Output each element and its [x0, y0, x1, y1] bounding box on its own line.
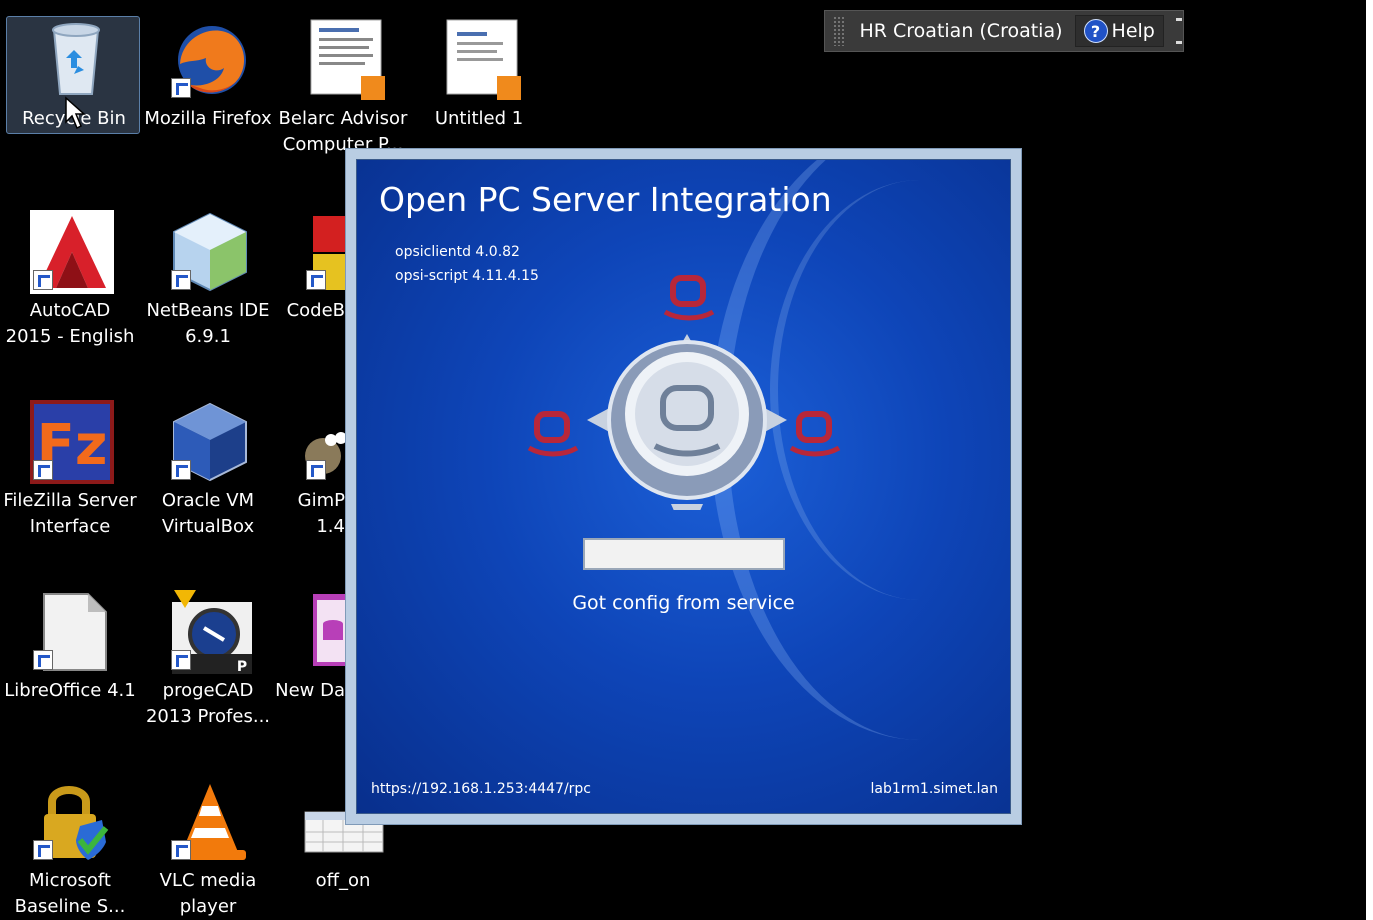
libreoffice-icon	[30, 590, 114, 674]
desktop-icon-libreoffice[interactable]: LibreOffice 4.1	[2, 572, 138, 742]
desktop-icon-label-2: Interface	[29, 516, 111, 537]
language-selector[interactable]: HR Croatian (Croatia)	[859, 20, 1062, 42]
autocad-icon	[30, 210, 114, 294]
desktop-icon-label: CodeB	[286, 300, 345, 321]
mbsa-lock-icon	[30, 780, 114, 864]
desktop-icon-belarc-advisor[interactable]: Belarc Advisor Computer P...	[275, 0, 411, 170]
desktop-icon-label-2: Baseline S...	[14, 896, 126, 917]
shortcut-arrow-icon	[33, 460, 53, 480]
desktop-icon-label: Untitled 1	[434, 108, 524, 129]
help-label: Help	[1111, 20, 1155, 42]
opsi-logo-icon	[527, 275, 841, 510]
desktop-icon-label-2: VirtualBox	[161, 516, 255, 537]
desktop-icon-label: progeCAD	[162, 680, 254, 701]
desktop-icon-label: VLC media	[159, 870, 257, 891]
help-button[interactable]: ? Help	[1074, 15, 1164, 47]
langbar-options-icon[interactable]	[1176, 18, 1183, 44]
desktop-icon-progecad[interactable]: P progeCAD 2013 Profes...	[140, 572, 276, 742]
shortcut-arrow-icon	[171, 840, 191, 860]
desktop-icon-label: Microsoft	[29, 870, 111, 891]
desktop-icon-label: NetBeans IDE	[146, 300, 270, 321]
desktop-icon-codeblocks[interactable]: CodeB	[275, 192, 345, 362]
opsi-title: Open PC Server Integration	[379, 180, 832, 219]
client-hostname: lab1rm1.simet.lan	[870, 781, 998, 797]
desktop-icon-label-2: player	[179, 896, 237, 917]
desktop-icon-virtualbox[interactable]: Oracle VM VirtualBox	[140, 382, 276, 552]
desktop-icon-microsoft-baseline[interactable]: Microsoft Baseline S...	[2, 762, 138, 920]
desktop-icon-untitled-1[interactable]: Untitled 1	[411, 0, 547, 170]
desktop-icon-filezilla[interactable]: Fz FileZilla Server Interface	[2, 382, 138, 552]
drag-grip-icon[interactable]	[833, 16, 846, 46]
vlc-cone-icon	[168, 780, 252, 864]
gimp-icon	[303, 400, 347, 484]
shortcut-arrow-icon	[306, 270, 326, 290]
database-icon	[303, 590, 345, 674]
status-message: Got config from service	[572, 592, 795, 614]
language-bar[interactable]: HR Croatian (Croatia) ? Help	[824, 10, 1184, 52]
shortcut-arrow-icon	[33, 270, 53, 290]
recycle-bin-icon	[34, 18, 118, 102]
desktop-icon-recycle-bin[interactable]: Recycle Bin	[6, 0, 142, 170]
opsi-panel: Open PC Server Integration opsiclientd 4…	[356, 159, 1011, 814]
desktop-icon-new-database[interactable]: New Da	[275, 572, 345, 742]
desktop-icon-label: FileZilla Server	[3, 490, 137, 511]
shortcut-arrow-icon	[171, 650, 191, 670]
desktop-icon-label: off_on	[315, 870, 371, 891]
desktop-icon-label: New Da	[275, 680, 345, 701]
pdf-document-icon	[303, 18, 387, 102]
desktop-icon-vlc[interactable]: VLC media player	[140, 762, 276, 920]
virtualbox-icon	[168, 400, 252, 484]
service-url: https://192.168.1.253:4447/rpc	[371, 781, 592, 797]
netbeans-icon	[168, 210, 252, 294]
opsiclientd-version: opsiclientd 4.0.82	[395, 244, 520, 260]
desktop-icon-netbeans[interactable]: NetBeans IDE 6.9.1	[140, 192, 276, 362]
firefox-icon	[168, 18, 252, 102]
desktop-icon-label: Oracle VM	[161, 490, 255, 511]
desktop-icon-mozilla-firefox[interactable]: Mozilla Firefox	[140, 0, 276, 170]
desktop-icon-label-2: 1.4	[316, 516, 345, 537]
shortcut-arrow-icon	[171, 270, 191, 290]
desktop-icon-label: Belarc Advisor	[278, 108, 408, 129]
shortcut-arrow-icon	[33, 840, 53, 860]
desktop-icon-label-2: 2015 - English	[5, 326, 135, 347]
screen-edge	[1366, 0, 1373, 920]
filezilla-icon: Fz	[30, 400, 114, 484]
desktop-icon-label: GimP	[297, 490, 345, 511]
desktop-icon-label-2: 2013 Profes...	[145, 706, 271, 727]
desktop-icon-label: Mozilla Firefox	[144, 108, 272, 129]
shortcut-arrow-icon	[171, 78, 191, 98]
codeblocks-icon	[303, 210, 345, 294]
desktop-icon-gimp[interactable]: GimP 1.4	[275, 382, 347, 552]
desktop-icon-label-2: 6.9.1	[185, 326, 231, 347]
desktop-icon-label: AutoCAD	[29, 300, 111, 321]
help-question-icon: ?	[1083, 19, 1108, 43]
desktop-icon-label: LibreOffice 4.1	[4, 680, 136, 701]
shortcut-arrow-icon	[171, 460, 191, 480]
mouse-cursor-icon	[65, 96, 86, 130]
opsi-window: Open PC Server Integration opsiclientd 4…	[345, 148, 1022, 825]
shortcut-arrow-icon	[33, 650, 53, 670]
shortcut-arrow-icon	[306, 460, 326, 480]
progress-bar	[583, 538, 785, 570]
pdf-document-icon	[439, 18, 523, 102]
svg-text:P: P	[237, 659, 247, 674]
desktop-icon-autocad[interactable]: AutoCAD 2015 - English	[2, 192, 138, 362]
progecad-icon: P	[168, 590, 252, 675]
